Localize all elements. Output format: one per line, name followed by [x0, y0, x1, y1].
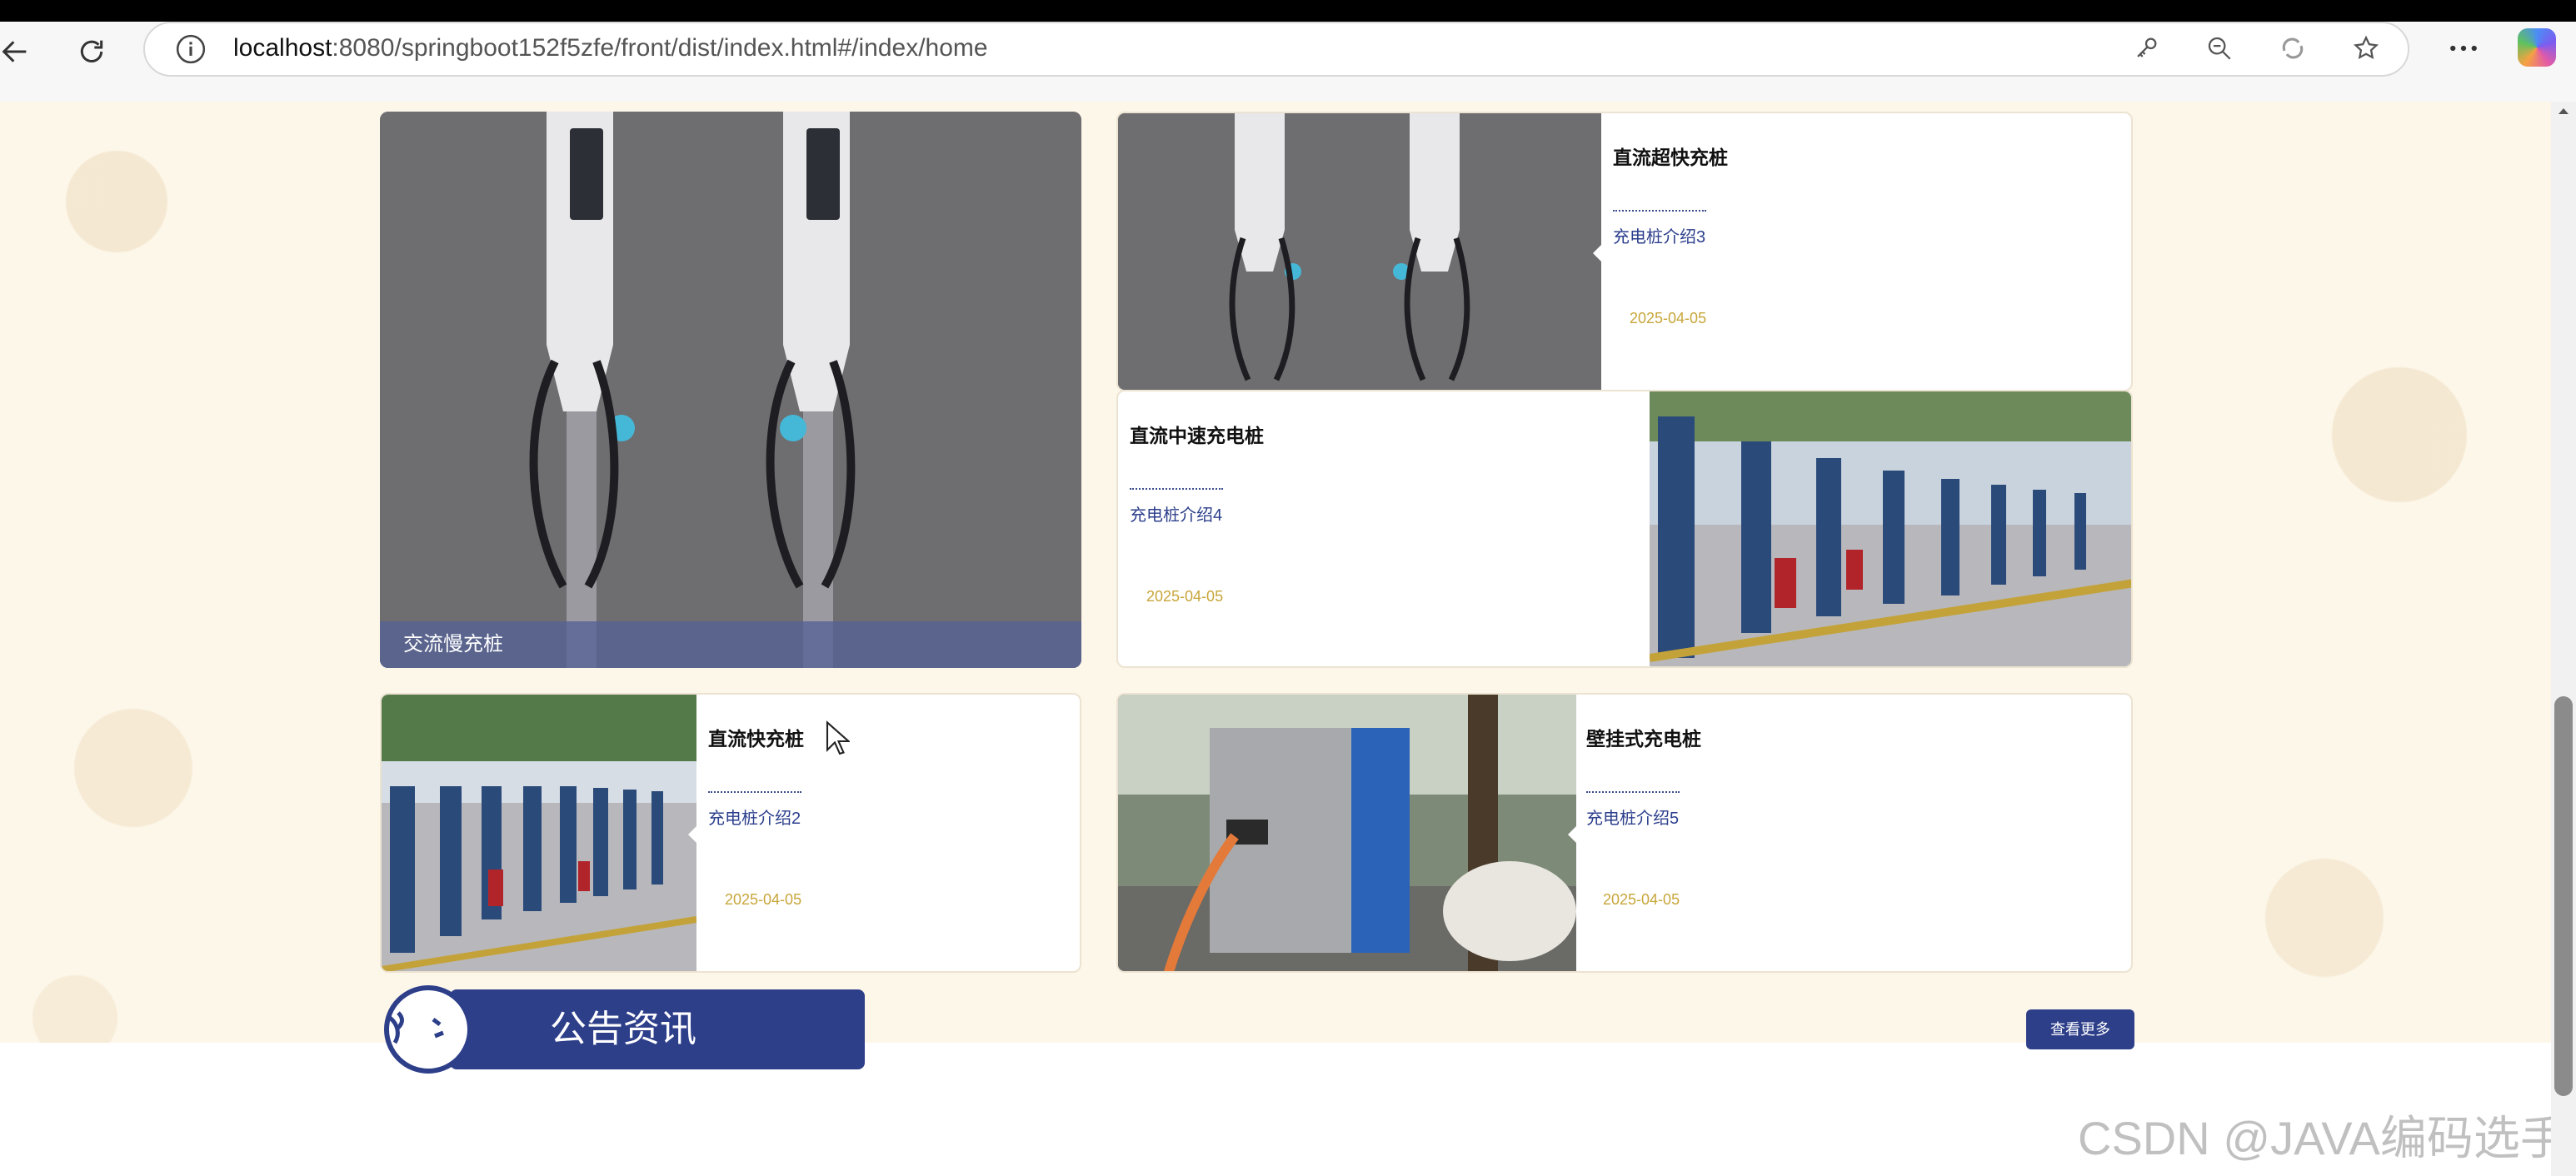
product-card-2[interactable]: 直流快充桩 充电桩介绍2 2025-04-05: [380, 693, 1081, 973]
dotted-divider: [708, 791, 801, 793]
card-pointer: [1568, 825, 1578, 845]
extension-icon[interactable]: [2276, 32, 2309, 65]
dotted-divider: [1586, 791, 1680, 793]
watermark: CSDN @JAVA编码选手: [2078, 1112, 2567, 1164]
product-date: 2025-04-05: [1603, 891, 1680, 908]
product-date: 2025-04-05: [725, 891, 802, 908]
site-info-icon[interactable]: [175, 33, 207, 65]
url-host: localhost: [233, 34, 332, 62]
product-description: 充电桩介绍4: [1130, 506, 1223, 525]
product-description: 充电桩介绍5: [1586, 810, 1680, 828]
back-icon[interactable]: [0, 28, 38, 75]
key-icon[interactable]: [2129, 32, 2163, 65]
announcements-title: 公告资讯: [450, 989, 865, 1069]
favorite-star-icon[interactable]: [2349, 32, 2383, 65]
window-top-bar: [0, 0, 2576, 22]
product-date: 2025-04-05: [1146, 588, 1224, 605]
scrollbar-thumb[interactable]: [2554, 696, 2573, 1096]
product-description: 充电桩介绍2: [708, 810, 801, 828]
scroll-up-arrow-icon[interactable]: [2554, 102, 2573, 120]
refresh-icon[interactable]: [68, 28, 115, 75]
charger-row-photo: [1650, 391, 2131, 666]
dotted-divider: [1613, 210, 1706, 212]
mouse-cursor-icon: [825, 720, 851, 758]
product-description: 充电桩介绍3: [1613, 228, 1706, 247]
zoom-out-icon[interactable]: [2203, 32, 2236, 65]
product-card-3[interactable]: 直流超快充桩 充电桩介绍3 2025-04-05: [1116, 112, 2133, 391]
product-title: 直流超快充桩: [1613, 147, 1728, 168]
wall-charger-photo: [1118, 695, 1576, 971]
url-text[interactable]: localhost:8080/springboot152f5zfe/front/…: [233, 34, 988, 62]
product-title: 直流中速充电桩: [1130, 425, 1264, 446]
product-title: 壁挂式充电桩: [1586, 728, 1701, 750]
charger-row-photo: [382, 695, 696, 971]
product-card-large[interactable]: 交流慢充桩: [380, 112, 1081, 668]
copilot-icon[interactable]: [2518, 28, 2556, 67]
charger-photo: [1118, 113, 1601, 390]
address-bar[interactable]: localhost:8080/springboot152f5zfe/front/…: [143, 22, 2409, 77]
view-more-button[interactable]: 查看更多: [2026, 1009, 2134, 1049]
charger-photo: [380, 112, 1081, 668]
product-date: 2025-04-05: [1630, 310, 1707, 326]
mascot-icon: [377, 976, 473, 1074]
card-pointer: [688, 825, 698, 845]
product-card-5[interactable]: 壁挂式充电桩 充电桩介绍5 2025-04-05: [1116, 693, 2133, 973]
more-menu-icon[interactable]: [2443, 32, 2484, 65]
product-title: 直流快充桩: [708, 728, 804, 750]
product-card-4[interactable]: 直流中速充电桩 充电桩介绍4 2025-04-05: [1116, 390, 2133, 668]
dotted-divider: [1130, 488, 1223, 490]
url-path: :8080/springboot152f5zfe/front/dist/inde…: [332, 34, 988, 62]
product-title-caption: 交流慢充桩: [380, 621, 1081, 668]
card-pointer: [1593, 243, 1603, 263]
